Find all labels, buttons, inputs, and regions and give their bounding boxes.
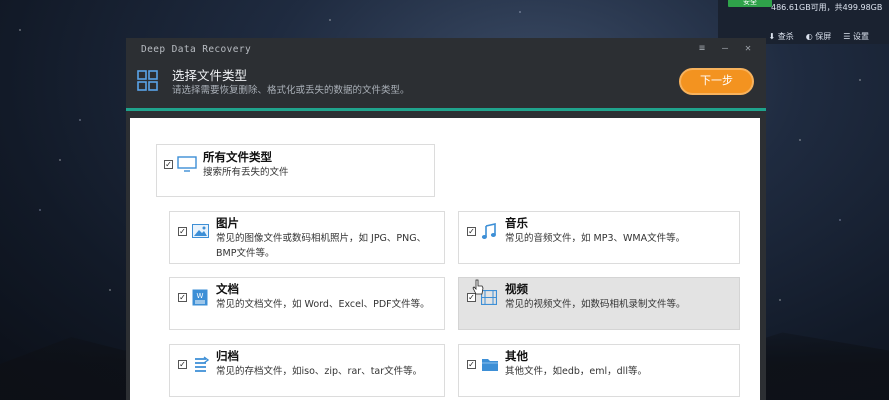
picture-desc: 常见的图像文件或数码相机照片，如 JPG、PNG、BMP文件等。 (216, 233, 427, 259)
document-checkbox[interactable]: ✓ (178, 293, 187, 302)
archive-title: 归档 (216, 349, 239, 363)
file-type-option-other[interactable]: ✓ 其他 其他文件，如edb，eml，dll等。 (458, 344, 740, 397)
mouse-pointer-icon (472, 279, 484, 295)
window-title: Deep Data Recovery (141, 44, 252, 55)
music-checkbox[interactable]: ✓ (467, 227, 476, 236)
page-subtitle: 请选择需要恢复删除、格式化或丢失的数据的文件类型。 (172, 85, 410, 96)
step-header: 选择文件类型 请选择需要恢复删除、格式化或丢失的数据的文件类型。 下一步 (126, 60, 766, 107)
screen-protect-label: 保屏 (815, 31, 832, 41)
next-step-button[interactable]: 下一步 (679, 68, 754, 95)
document-desc: 常见的文档文件，如 Word、Excel、PDF文件等。 (216, 299, 430, 310)
word-document-icon: W (192, 289, 208, 306)
all-types-desc: 搜索所有丢失的文件 (203, 167, 289, 178)
file-type-option-archive[interactable]: ✓ 归档 常见的存档文件，如iso、zip、rar、tar文件等。 (169, 344, 445, 397)
file-type-option-music[interactable]: ✓ 音乐 常见的音频文件，如 MP3、WMA文件等。 (458, 211, 740, 264)
all-file-types-option[interactable]: ✓ 所有文件类型 搜索所有丢失的文件 (156, 144, 435, 197)
archive-desc: 常见的存档文件，如iso、zip、rar、tar文件等。 (216, 366, 423, 377)
music-title: 音乐 (505, 216, 528, 230)
svg-text:W: W (197, 292, 204, 300)
settings-button[interactable]: ☰ 设置 (843, 31, 869, 42)
scan-virus-button[interactable]: ⬇ 查杀 (769, 31, 794, 42)
all-types-checkbox[interactable]: ✓ (164, 160, 173, 169)
picture-title: 图片 (216, 216, 239, 230)
file-type-option-picture[interactable]: ✓ 图片 常见的图像文件或数码相机照片，如 JPG、PNG、BMP文件等。 (169, 211, 445, 264)
recovery-window: Deep Data Recovery ≡ — ✕ 选择文件类型 请选择需要恢复删… (126, 38, 766, 400)
document-title: 文档 (216, 282, 239, 296)
minimize-icon[interactable]: — (722, 43, 728, 54)
menu-icon[interactable]: ≡ (699, 43, 705, 54)
file-type-option-document[interactable]: ✓ W 文档 常见的文档文件，如 Word、Excel、PDF文件等。 (169, 277, 445, 330)
archive-checkbox[interactable]: ✓ (178, 360, 187, 369)
all-types-title: 所有文件类型 (203, 150, 272, 164)
accent-divider (126, 108, 766, 111)
image-icon (192, 224, 209, 238)
file-types-grid-icon (137, 70, 158, 91)
settings-label: 设置 (853, 31, 869, 41)
other-title: 其他 (505, 349, 528, 363)
other-desc: 其他文件，如edb，eml，dll等。 (505, 366, 647, 377)
screen-protect-button[interactable]: ◐ 保屏 (806, 31, 832, 42)
safe-badge: 安全 (728, 0, 772, 7)
monitor-icon (177, 156, 197, 172)
file-type-panel: ✓ 所有文件类型 搜索所有丢失的文件 ✓ 图片 常见的图像文件或数码相机照片，如… (130, 118, 760, 400)
file-type-option-video[interactable]: ✓ 视频 常见的视频文件，如数码相机录制文件等。 (458, 277, 740, 330)
scan-virus-label: 查杀 (777, 31, 794, 41)
title-bar: Deep Data Recovery ≡ — ✕ (126, 38, 766, 60)
other-checkbox[interactable]: ✓ (467, 360, 476, 369)
music-note-icon (481, 223, 496, 239)
folder-icon (482, 359, 498, 371)
disk-space-info: 486.61GB可用，共499.98GB (771, 3, 883, 12)
archive-icon (195, 356, 209, 372)
video-title: 视频 (505, 282, 528, 296)
picture-checkbox[interactable]: ✓ (178, 227, 187, 236)
video-desc: 常见的视频文件，如数码相机录制文件等。 (505, 299, 686, 310)
close-icon[interactable]: ✕ (745, 43, 751, 54)
music-desc: 常见的音频文件，如 MP3、WMA文件等。 (505, 233, 686, 244)
